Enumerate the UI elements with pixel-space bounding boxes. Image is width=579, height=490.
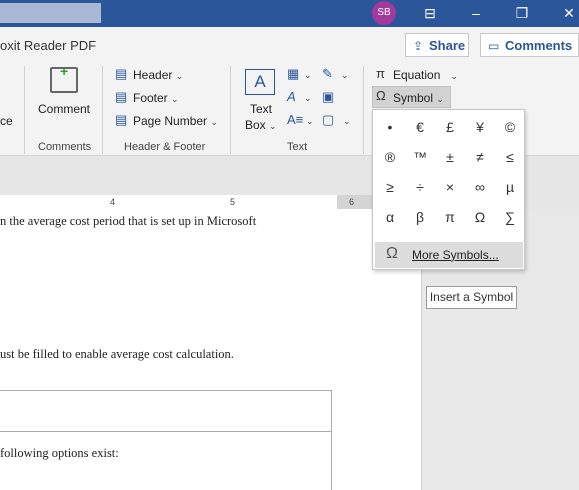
symbol-pound[interactable]: £ bbox=[435, 112, 465, 142]
minimize-icon[interactable]: – bbox=[464, 0, 488, 27]
footer-button[interactable]: Footer ⌄ bbox=[133, 91, 179, 105]
partial-label[interactable]: ce bbox=[0, 114, 13, 128]
page-number-button[interactable]: Page Number ⌄ bbox=[133, 114, 218, 128]
group-divider bbox=[24, 66, 25, 154]
comments-button[interactable]: ▭ Comments bbox=[480, 33, 579, 57]
equation-button[interactable]: Equation ⌄ bbox=[393, 68, 458, 82]
search-box[interactable] bbox=[0, 3, 101, 23]
symbol-bullet[interactable]: • bbox=[375, 112, 405, 142]
signature-line-icon[interactable]: ✎ bbox=[322, 66, 333, 82]
object-icon[interactable]: ▢ bbox=[322, 112, 334, 128]
comment-icon: ▭ bbox=[488, 39, 500, 53]
document-text-line[interactable]: following options exist: bbox=[0, 446, 119, 461]
text-group-label: Text bbox=[287, 141, 308, 153]
text-box-icon[interactable]: A bbox=[245, 69, 275, 95]
group-divider bbox=[363, 66, 364, 154]
symbol-plus-minus[interactable]: ± bbox=[435, 142, 465, 172]
symbol-registered[interactable]: ® bbox=[375, 142, 405, 172]
omega-icon: Ω bbox=[386, 245, 398, 262]
symbol-less-equal[interactable]: ≤ bbox=[495, 142, 525, 172]
chevron-down-icon[interactable]: ⌄ bbox=[306, 116, 314, 127]
drop-cap-icon[interactable]: A≡ bbox=[287, 112, 303, 127]
symbol-label: Symbol ⌄ bbox=[393, 91, 444, 105]
table-border bbox=[331, 390, 332, 490]
footer-icon: ▤ bbox=[115, 89, 128, 104]
text-box-label[interactable]: Text bbox=[250, 102, 272, 116]
symbol-yen[interactable]: ¥ bbox=[465, 112, 495, 142]
share-icon: ⇪ bbox=[413, 39, 424, 53]
chevron-down-icon[interactable]: ⌄ bbox=[304, 70, 312, 81]
close-icon[interactable]: ✕ bbox=[557, 0, 579, 27]
group-divider bbox=[230, 66, 231, 154]
table-border bbox=[0, 431, 331, 432]
ruler-number: 4 bbox=[110, 197, 116, 207]
symbol-trademark[interactable]: ™ bbox=[405, 142, 435, 172]
chevron-down-icon[interactable]: ⌄ bbox=[343, 116, 351, 127]
symbol-micro[interactable]: µ bbox=[495, 172, 525, 202]
symbol-dropdown: • € £ ¥ © ® ™ ± ≠ ≤ ≥ ÷ × ∞ µ α β π Ω ∑ … bbox=[372, 109, 525, 270]
symbol-euro[interactable]: € bbox=[405, 112, 435, 142]
avatar[interactable]: SB bbox=[372, 1, 396, 25]
quick-parts-icon[interactable]: ▦ bbox=[287, 66, 299, 82]
symbol-infinity[interactable]: ∞ bbox=[465, 172, 495, 202]
wordart-icon[interactable]: A bbox=[287, 89, 296, 104]
date-time-icon[interactable]: ▣ bbox=[322, 89, 334, 105]
ruler-number: 6 bbox=[349, 197, 355, 207]
table-border bbox=[0, 390, 331, 391]
symbol-pi[interactable]: π bbox=[435, 202, 465, 232]
header-footer-group-label: Header & Footer bbox=[124, 141, 206, 153]
symbol-beta[interactable]: β bbox=[405, 202, 435, 232]
ruler-number: 5 bbox=[230, 197, 236, 207]
symbol-sum[interactable]: ∑ bbox=[495, 202, 525, 232]
tooltip: Insert a Symbol bbox=[426, 286, 517, 309]
document-text-line[interactable]: n the average cost period that is set up… bbox=[0, 214, 256, 229]
ribbon-display-icon[interactable]: ⊟ bbox=[418, 0, 442, 27]
text-box-button[interactable]: Box ⌄ bbox=[245, 118, 277, 132]
chevron-down-icon[interactable]: ⌄ bbox=[341, 70, 349, 81]
new-comment-button[interactable]: Comment bbox=[38, 102, 90, 116]
symbol-divide[interactable]: ÷ bbox=[405, 172, 435, 202]
equation-icon: π bbox=[376, 66, 385, 81]
group-divider bbox=[102, 66, 103, 154]
header-button[interactable]: Header ⌄ bbox=[133, 68, 183, 82]
page-number-icon: ▤ bbox=[115, 112, 128, 127]
symbol-multiply[interactable]: × bbox=[435, 172, 465, 202]
symbol-copyright[interactable]: © bbox=[495, 112, 525, 142]
symbol-not-equal[interactable]: ≠ bbox=[465, 142, 495, 172]
chevron-down-icon[interactable]: ⌄ bbox=[304, 93, 312, 104]
omega-icon: Ω bbox=[376, 88, 386, 103]
document-text-line[interactable]: ust be filled to enable average cost cal… bbox=[0, 347, 234, 362]
symbol-alpha[interactable]: α bbox=[375, 202, 405, 232]
symbol-greater-equal[interactable]: ≥ bbox=[375, 172, 405, 202]
more-symbols-button[interactable]: Ω More Symbols... bbox=[375, 242, 523, 268]
comment-icon[interactable]: + bbox=[50, 63, 78, 93]
restore-icon[interactable]: ❐ bbox=[510, 0, 534, 27]
symbol-omega[interactable]: Ω bbox=[465, 202, 495, 232]
tab-foxit-reader-pdf[interactable]: oxit Reader PDF bbox=[0, 38, 96, 53]
header-icon: ▤ bbox=[115, 66, 128, 81]
comments-group-label: Comments bbox=[38, 141, 92, 153]
share-button[interactable]: ⇪ Share bbox=[405, 33, 469, 57]
